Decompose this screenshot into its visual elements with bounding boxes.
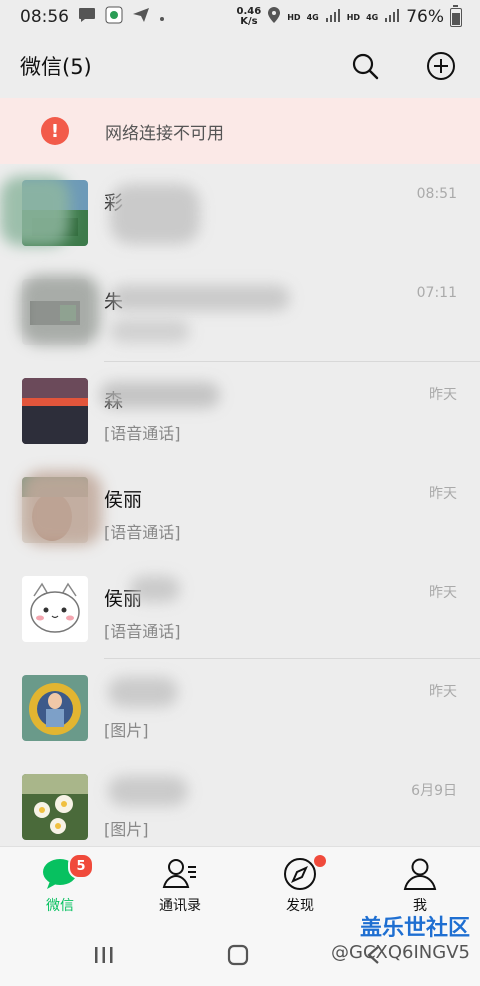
chat-time: 08:51	[416, 186, 457, 202]
chat-time: 昨天	[429, 486, 457, 502]
page-title: 微信(5)	[20, 55, 92, 79]
chat-time: 6月9日	[411, 783, 457, 799]
chat-preview: [语音通话]	[104, 622, 181, 641]
more-notifications-dot-icon	[159, 7, 165, 27]
battery-icon	[450, 4, 462, 27]
avatar	[22, 378, 88, 444]
tab-discover[interactable]: 发现	[240, 847, 360, 923]
chat-list-item[interactable]: 侯丽 [语音通话] 昨天	[0, 560, 480, 659]
recent-apps-icon	[95, 947, 113, 963]
chat-list-item[interactable]: [图片] 6月9日	[0, 758, 480, 846]
search-button[interactable]	[347, 48, 383, 84]
watermark-user-id: @GCXQ6INGV5	[331, 942, 470, 963]
plus-circle-icon	[427, 52, 455, 80]
signal-icon-1	[325, 7, 341, 28]
add-button[interactable]	[423, 48, 459, 84]
status-time: 08:56	[20, 7, 69, 27]
tab-label: 微信	[46, 898, 74, 914]
signal-icon-2	[384, 7, 400, 28]
message-icon	[78, 7, 96, 28]
chat-list: 彩 08:51 朱 07:11 森	[0, 164, 480, 846]
home-icon	[227, 944, 249, 966]
lte-label-1: 4G	[306, 12, 319, 22]
discover-dot-badge	[314, 855, 326, 867]
compass-icon	[284, 858, 316, 890]
chat-name: 侯丽	[104, 489, 143, 511]
tab-chats[interactable]: 5 微信	[0, 847, 120, 923]
chat-list-item[interactable]: 森 [语音通话] 昨天	[0, 362, 480, 461]
network-unavailable-banner[interactable]: ! 网络连接不可用	[0, 98, 480, 164]
send-icon	[132, 7, 150, 28]
network-speed-unit: K/s	[240, 16, 258, 27]
search-icon	[352, 53, 379, 80]
chat-list-item[interactable]: [图片] 昨天	[0, 659, 480, 758]
person-icon	[403, 858, 437, 890]
home-button[interactable]	[218, 940, 258, 970]
hd-label-1: HD	[287, 12, 301, 22]
tab-label: 通讯录	[159, 898, 201, 914]
watermark-logo: 盖乐世社区	[359, 916, 470, 941]
app-header: 微信(5)	[0, 34, 480, 98]
chat-preview: [图片]	[104, 721, 149, 740]
chat-time: 昨天	[429, 684, 457, 700]
app-notification-icon	[105, 6, 123, 29]
recent-apps-button[interactable]	[84, 940, 124, 970]
status-bar: 08:56 0.46 K/s HD 4G HD 4G 76%	[0, 0, 480, 34]
chat-preview: [图片]	[104, 820, 149, 839]
contacts-icon	[162, 859, 196, 888]
location-icon	[267, 6, 281, 29]
unread-badge: 5	[68, 853, 94, 879]
chat-time: 07:11	[416, 285, 457, 301]
chat-list-item[interactable]: 彩 08:51	[0, 164, 480, 263]
network-speed: 0.46 K/s	[237, 7, 262, 27]
tab-label: 发现	[286, 898, 314, 914]
tab-contacts[interactable]: 通讯录	[120, 847, 240, 923]
lte-label-2: 4G	[366, 12, 379, 22]
avatar	[22, 675, 88, 741]
chat-list-item[interactable]: 侯丽 [语音通话] 昨天	[0, 461, 480, 560]
chat-preview: [语音通话]	[104, 523, 181, 542]
chat-time: 昨天	[429, 585, 457, 601]
chat-list-item[interactable]: 朱 07:11	[0, 263, 480, 362]
chat-time: 昨天	[429, 387, 457, 403]
avatar	[22, 774, 88, 840]
avatar	[22, 576, 88, 642]
battery-percent: 76%	[406, 7, 444, 27]
hd-label-2: HD	[346, 12, 361, 22]
network-banner-text: 网络连接不可用	[105, 123, 224, 144]
chat-preview: [语音通话]	[104, 424, 181, 443]
alert-icon: !	[41, 117, 69, 145]
